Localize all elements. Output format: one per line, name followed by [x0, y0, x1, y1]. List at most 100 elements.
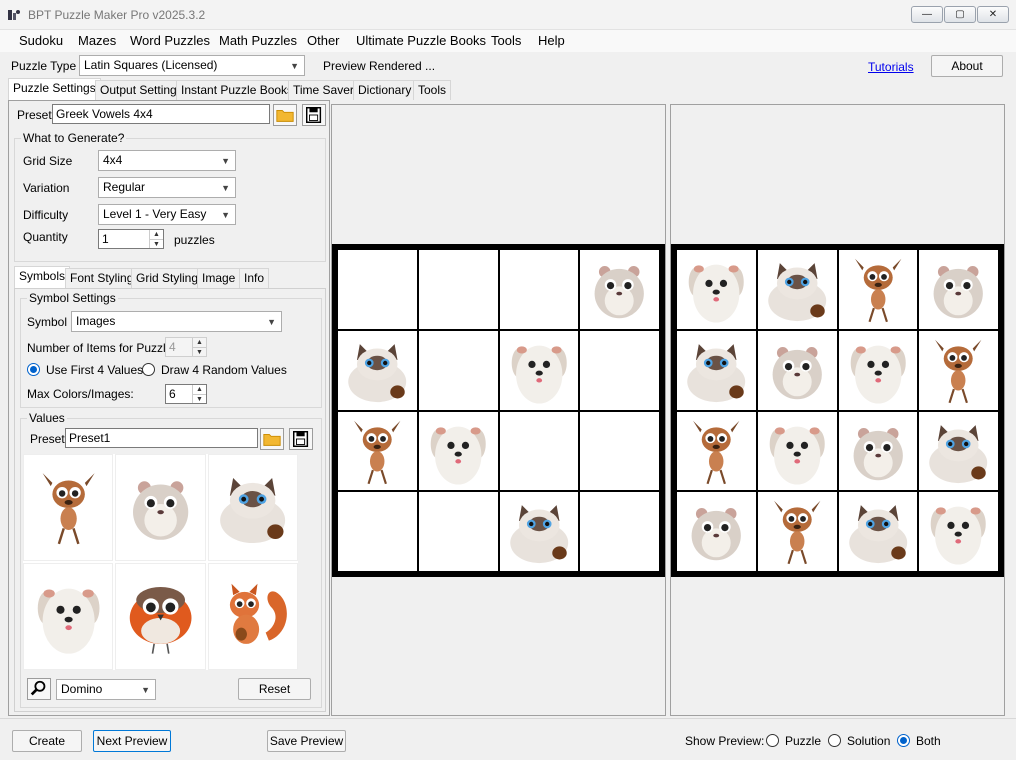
values-title: Values: [27, 411, 67, 425]
save-preview-button[interactable]: Save Preview: [267, 730, 346, 752]
spin-up-icon: ▲: [192, 338, 206, 347]
variation-value: Regular: [103, 180, 146, 194]
solution-preview-panel: [670, 104, 1005, 716]
solution-cell: [919, 411, 998, 491]
symbol-select[interactable]: Images ▼: [71, 311, 282, 332]
layout-select[interactable]: Domino ▼: [56, 679, 156, 700]
menu-mazes[interactable]: Mazes: [78, 32, 116, 50]
save-icon: [305, 107, 322, 123]
chevron-down-icon: ▼: [221, 156, 230, 166]
solution-cell: [838, 330, 918, 410]
value-image[interactable]: [115, 454, 206, 561]
menu-bar: Sudoku Mazes Word Puzzles Math Puzzles O…: [0, 30, 1016, 52]
quantity-value: 1: [102, 232, 109, 246]
menu-ultimate-puzzle-books[interactable]: Ultimate Puzzle Books: [356, 32, 486, 50]
spin-down-icon[interactable]: ▼: [192, 394, 206, 403]
zoom-button[interactable]: [27, 678, 51, 700]
open-folder-button[interactable]: [273, 104, 297, 126]
minimize-button[interactable]: —: [911, 6, 943, 23]
tutorials-link[interactable]: Tutorials: [868, 60, 914, 74]
tab-time-saver[interactable]: Time Saver: [288, 80, 359, 100]
spin-up-icon[interactable]: ▲: [192, 385, 206, 394]
tab-puzzle-settings[interactable]: Puzzle Settings: [8, 78, 101, 100]
tab-grid-styling[interactable]: Grid Styling: [131, 268, 204, 288]
reset-button[interactable]: Reset: [238, 678, 311, 700]
puzzle-cell: [418, 411, 498, 491]
values-image-grid: [23, 454, 298, 670]
max-images-value: 6: [169, 387, 176, 401]
use-first-values-label[interactable]: Use First 4 Values: [46, 363, 143, 377]
grid-size-label: Grid Size: [23, 154, 73, 168]
spin-down-icon[interactable]: ▼: [149, 239, 163, 248]
values-preset-input[interactable]: Preset1: [65, 428, 258, 448]
variation-label: Variation: [23, 181, 70, 195]
puzzle-cell: [338, 492, 417, 571]
chevron-down-icon: ▼: [290, 61, 299, 71]
puzzle-cell: [580, 250, 659, 329]
window-title: BPT Puzzle Maker Pro v2025.3.2: [28, 8, 206, 22]
variation-select[interactable]: Regular ▼: [98, 177, 236, 198]
tab-symbols[interactable]: Symbols: [14, 266, 71, 288]
solution-cell: [838, 411, 918, 491]
menu-word-puzzles[interactable]: Word Puzzles: [130, 32, 210, 50]
show-both-label[interactable]: Both: [916, 734, 941, 748]
menu-sudoku[interactable]: Sudoku: [19, 32, 63, 50]
solution-cell: [757, 250, 837, 329]
close-button[interactable]: ✕: [977, 6, 1009, 23]
tab-info[interactable]: Info: [239, 268, 270, 288]
preset-label: Preset: [17, 108, 52, 122]
tab-tools[interactable]: Tools: [413, 80, 452, 100]
menu-tools[interactable]: Tools: [491, 32, 521, 50]
quantity-stepper[interactable]: 1 ▲ ▼: [98, 229, 164, 249]
value-image[interactable]: [23, 454, 114, 561]
show-preview-label: Show Preview:: [685, 734, 765, 748]
difficulty-label: Difficulty: [23, 208, 69, 222]
folder-icon: [276, 110, 294, 122]
values-open-folder-button[interactable]: [260, 428, 284, 450]
spin-up-icon[interactable]: ▲: [149, 230, 163, 239]
about-button[interactable]: About: [931, 55, 1003, 77]
puzzle-cell: [580, 492, 659, 571]
show-solution-radio[interactable]: [828, 734, 841, 747]
sub-tab-strip: Symbols Font Styling Grid Styling Image …: [14, 266, 314, 288]
max-images-stepper[interactable]: 6 ▲ ▼: [165, 384, 207, 404]
difficulty-value: Level 1 - Very Easy: [103, 207, 207, 221]
value-image[interactable]: [115, 563, 206, 670]
values-save-button[interactable]: [289, 428, 313, 450]
grid-size-select[interactable]: 4x4 ▼: [98, 150, 236, 171]
chevron-down-icon: ▼: [267, 317, 276, 327]
maximize-button[interactable]: ▢: [944, 6, 976, 23]
tab-image[interactable]: Image: [197, 268, 241, 288]
save-preset-button[interactable]: [302, 104, 326, 126]
tab-output-settings[interactable]: Output Settings: [95, 80, 188, 100]
next-preview-button[interactable]: Next Preview: [93, 730, 171, 752]
value-image[interactable]: [207, 563, 298, 670]
quantity-label: Quantity: [23, 230, 68, 244]
use-first-values-radio[interactable]: [27, 363, 40, 376]
solution-cell: [757, 330, 837, 410]
puzzle-cell: [418, 250, 498, 329]
what-to-generate-title: What to Generate?: [21, 131, 127, 145]
show-both-radio[interactable]: [897, 734, 910, 747]
draw-random-values-radio[interactable]: [142, 363, 155, 376]
puzzle-type-select[interactable]: Latin Squares (Licensed) ▼: [79, 55, 305, 76]
tab-dictionary[interactable]: Dictionary: [353, 80, 417, 100]
show-puzzle-label[interactable]: Puzzle: [785, 734, 821, 748]
difficulty-select[interactable]: Level 1 - Very Easy ▼: [98, 204, 236, 225]
tab-font-styling[interactable]: Font Styling: [65, 268, 139, 288]
solution-grid: [671, 244, 1004, 577]
preset-input[interactable]: Greek Vowels 4x4: [52, 104, 270, 124]
puzzle-type-label: Puzzle Type: [11, 59, 77, 73]
grid-size-value: 4x4: [103, 153, 123, 167]
menu-math-puzzles[interactable]: Math Puzzles: [219, 32, 297, 50]
app-icon: [8, 10, 20, 20]
menu-other[interactable]: Other: [307, 32, 340, 50]
create-button[interactable]: Create: [12, 730, 82, 752]
show-solution-label[interactable]: Solution: [847, 734, 890, 748]
tab-instant-puzzle-books[interactable]: Instant Puzzle Books: [176, 80, 299, 100]
value-image[interactable]: [23, 563, 114, 670]
show-puzzle-radio[interactable]: [766, 734, 779, 747]
value-image[interactable]: [207, 454, 298, 561]
menu-help[interactable]: Help: [538, 32, 565, 50]
draw-random-values-label[interactable]: Draw 4 Random Values: [161, 363, 287, 377]
